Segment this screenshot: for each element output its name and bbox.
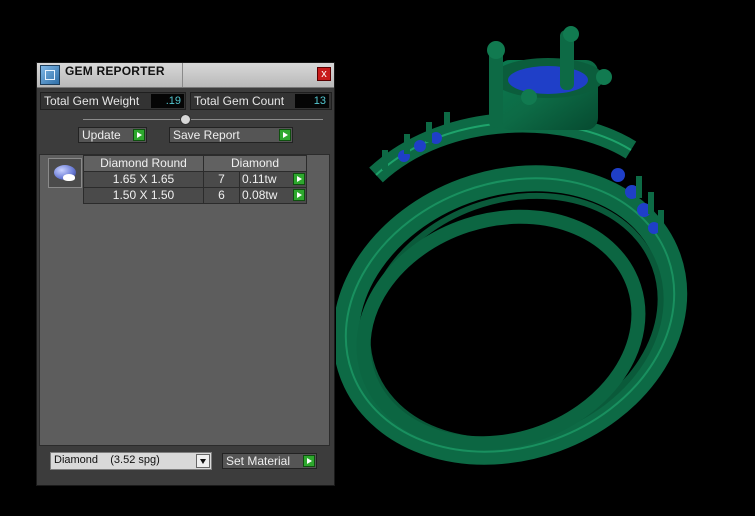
dropdown-arrow-icon[interactable]	[196, 454, 210, 468]
go-arrow-icon	[133, 129, 145, 141]
table-row[interactable]: 1.65 X 1.65 7 0.11tw	[83, 171, 307, 188]
prong-tip	[563, 26, 579, 42]
total-count-label: Total Gem Count	[194, 94, 285, 108]
3d-viewport[interactable]	[332, 0, 755, 511]
save-report-button[interactable]: Save Report	[169, 127, 293, 143]
row-weight-cell: 0.11tw	[239, 171, 307, 188]
title-bar[interactable]: GEM REPORTER x	[37, 63, 334, 88]
gem-thumbnail-icon[interactable]	[48, 158, 82, 188]
title-divider	[182, 63, 183, 87]
go-arrow-icon	[279, 129, 291, 141]
row-size: 1.65 X 1.65	[83, 171, 204, 188]
row-count: 6	[202, 187, 241, 204]
save-report-label: Save Report	[173, 128, 240, 142]
update-label: Update	[82, 128, 121, 142]
total-count-box: Total Gem Count 13	[190, 92, 332, 110]
gem-reporter-window: GEM REPORTER x Total Gem Weight .19 Tota…	[36, 62, 335, 486]
total-weight-label: Total Gem Weight	[44, 94, 140, 108]
gem-table: Diamond Round Diamond 1.65 X 1.65 7 0.11…	[83, 155, 307, 204]
row-weight-cell: 0.08tw	[239, 187, 307, 204]
ring-model[interactable]	[332, 0, 755, 511]
go-arrow-icon	[303, 455, 315, 467]
update-button[interactable]: Update	[78, 127, 147, 143]
prong	[489, 48, 503, 128]
go-arrow-icon[interactable]	[293, 189, 305, 201]
total-weight-box: Total Gem Weight .19	[40, 92, 186, 110]
splitter-track	[83, 119, 323, 120]
splitter-handle[interactable]	[180, 114, 191, 125]
set-material-button[interactable]: Set Material	[222, 453, 317, 469]
prong-tip	[521, 89, 537, 105]
row-weight: 0.11tw	[242, 172, 277, 186]
total-weight-value: .19	[151, 94, 184, 108]
close-icon[interactable]: x	[317, 67, 331, 81]
go-arrow-icon[interactable]	[293, 173, 305, 185]
header-shape: Diamond Round	[83, 155, 204, 172]
app-icon	[40, 65, 60, 85]
row-size: 1.50 X 1.50	[83, 187, 204, 204]
gem-list: Diamond Round Diamond 1.65 X 1.65 7 0.11…	[39, 154, 330, 446]
center-gems	[508, 66, 588, 94]
row-weight: 0.08tw	[242, 188, 278, 202]
gem-reflection	[63, 174, 75, 181]
prong-tip	[487, 41, 505, 59]
total-count-value: 13	[295, 94, 329, 108]
header-material: Diamond	[203, 155, 307, 172]
set-material-label: Set Material	[226, 454, 291, 468]
material-selected: Diamond (3.52 spg)	[54, 454, 160, 466]
table-row[interactable]: 1.50 X 1.50 6 0.08tw	[83, 187, 307, 204]
prong-tip	[596, 69, 612, 85]
row-count: 7	[202, 171, 241, 188]
material-select[interactable]: Diamond (3.52 spg)	[50, 452, 212, 470]
table-header: Diamond Round Diamond	[83, 155, 307, 172]
window-title: GEM REPORTER	[65, 64, 165, 78]
